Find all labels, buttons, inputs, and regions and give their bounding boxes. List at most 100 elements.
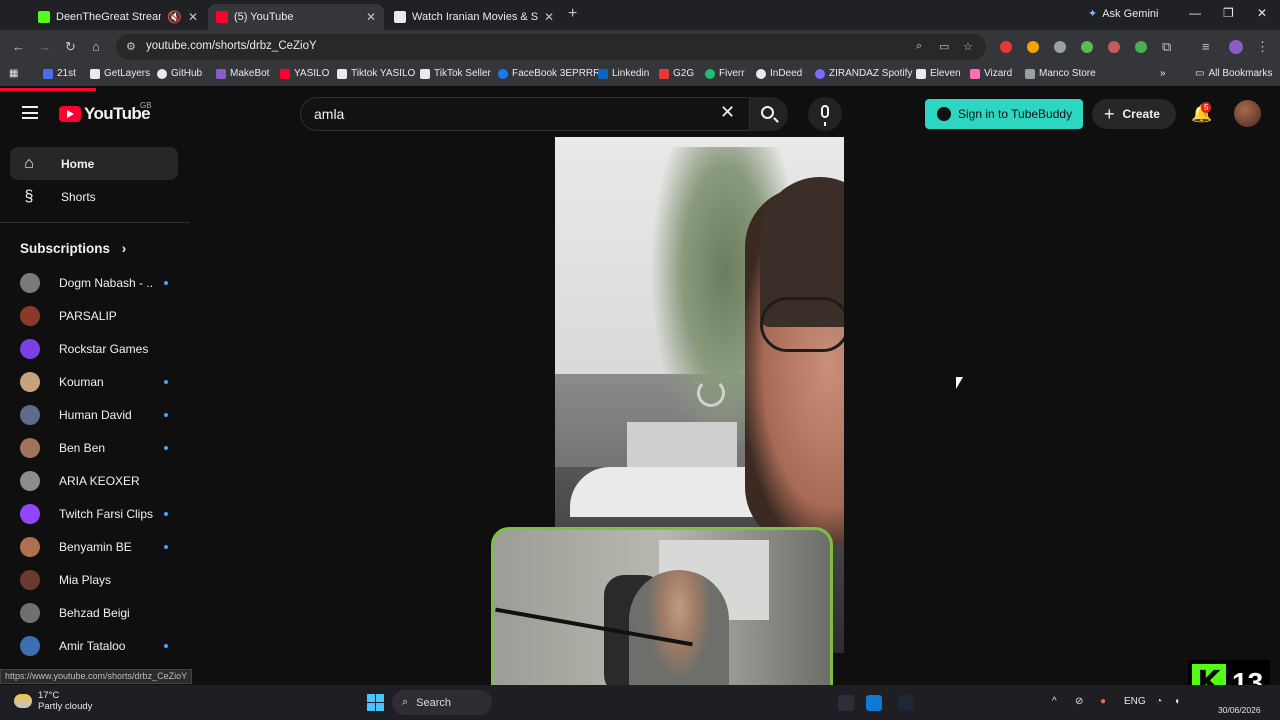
bookmark-getlayers[interactable]: GetLayers bbox=[90, 68, 150, 79]
extension-icon[interactable] bbox=[1000, 41, 1012, 53]
create-label: Create bbox=[1122, 107, 1160, 121]
address-bar[interactable]: ⚙ youtube.com/shorts/drbz_CeZioY ⌕ ▭ ☆ bbox=[116, 34, 986, 60]
bookmark-zirandaz-spotify[interactable]: ZIRANDAZ Spotify bbox=[815, 68, 912, 79]
subscription-item[interactable]: Behzad Beigi bbox=[20, 596, 170, 629]
subscription-item[interactable]: Dogm Nabash - ... bbox=[20, 266, 170, 299]
subscription-item[interactable]: Rockstar Games bbox=[20, 332, 170, 365]
ask-gemini-button[interactable]: ✦ Ask Gemini bbox=[1088, 7, 1158, 21]
subscription-item[interactable]: PARSALIP bbox=[20, 299, 170, 332]
home-browser-icon[interactable]: ⌂ bbox=[92, 39, 100, 54]
bookmark-eleven[interactable]: Eleven bbox=[916, 68, 961, 79]
sidebar-item-label: Shorts bbox=[61, 189, 96, 204]
taskbar-search[interactable]: ⌕ Search bbox=[392, 690, 492, 715]
extension-icon[interactable] bbox=[1081, 41, 1093, 53]
tab-close-icon[interactable]: ✕ bbox=[188, 10, 198, 24]
vscode-icon[interactable] bbox=[866, 695, 882, 711]
account-avatar[interactable] bbox=[1234, 100, 1261, 127]
bookmark-yasilo[interactable]: YASILO bbox=[280, 68, 329, 79]
bookmark-tiktok-yasilo[interactable]: Tiktok YASILO bbox=[337, 68, 415, 79]
search-input[interactable] bbox=[314, 106, 694, 122]
zoom-icon[interactable]: ⌕ bbox=[916, 40, 922, 53]
media-controls-icon[interactable]: ≡ bbox=[1202, 39, 1210, 54]
extension-icon[interactable] bbox=[1027, 41, 1039, 53]
all-bookmarks-folder[interactable]: ▭ All Bookmarks bbox=[1195, 68, 1272, 79]
bookmark-manco-store[interactable]: Manco Store bbox=[1025, 68, 1096, 79]
search-button[interactable] bbox=[750, 97, 788, 131]
bookmark-tiktok-seller[interactable]: TikTok Seller bbox=[420, 68, 491, 79]
close-window-icon[interactable]: ✕ bbox=[1257, 6, 1267, 20]
site-info-icon[interactable]: ⚙ bbox=[126, 40, 136, 53]
video-frame-glasses bbox=[760, 297, 844, 352]
bookmark-linkedin[interactable]: Linkedin bbox=[598, 68, 649, 79]
voice-search-button[interactable] bbox=[808, 97, 842, 131]
profile-icon[interactable] bbox=[1229, 40, 1243, 54]
subscription-item[interactable]: Twitch Farsi Clips bbox=[20, 497, 170, 530]
taskbar-date[interactable]: 30/06/2026 bbox=[1218, 705, 1261, 715]
bookmark-icon bbox=[43, 68, 53, 79]
restore-icon[interactable]: ❐ bbox=[1223, 6, 1234, 20]
subscription-item[interactable]: Ben Ben bbox=[20, 431, 170, 464]
weather-widget[interactable]: 17°C Partly cloudy bbox=[14, 690, 92, 712]
subscription-item[interactable]: ARIA KEOXER bbox=[20, 464, 170, 497]
taskbar-app-icon[interactable] bbox=[838, 695, 854, 711]
tab-close-icon[interactable]: ✕ bbox=[366, 10, 376, 24]
windows-start-icon[interactable] bbox=[367, 694, 384, 711]
bookmark-makebot[interactable]: MakeBot bbox=[216, 68, 269, 79]
back-icon[interactable]: ← bbox=[12, 39, 25, 54]
menu-hamburger-icon[interactable] bbox=[22, 106, 38, 119]
bookmark-indeed[interactable]: InDeed bbox=[756, 68, 802, 79]
more-bookmarks-icon[interactable]: » bbox=[1160, 68, 1166, 79]
extension-icon[interactable] bbox=[1135, 41, 1147, 53]
bookmark-label: Eleven bbox=[930, 68, 961, 79]
loading-spinner-icon bbox=[697, 379, 725, 407]
tray-overflow-icon[interactable]: ^ bbox=[1052, 696, 1057, 707]
reload-icon[interactable]: ↻ bbox=[65, 39, 76, 55]
network-off-icon[interactable]: ⊘ bbox=[1075, 696, 1083, 707]
bookmark-vizard[interactable]: Vizard bbox=[970, 68, 1012, 79]
youtube-logo[interactable]: YouTube GB bbox=[59, 101, 152, 124]
speaker-muted-icon[interactable]: 🔇 bbox=[167, 10, 182, 24]
extensions-puzzle-icon[interactable]: ⧉ bbox=[1162, 39, 1171, 55]
youtube-sidebar: ⌂ Home § Shorts Subscriptions › Dogm Nab… bbox=[0, 137, 190, 685]
tab-iranian-movies[interactable]: Watch Iranian Movies & Serials ✕ bbox=[386, 4, 562, 30]
address-url[interactable]: youtube.com/shorts/drbz_CeZioY bbox=[146, 40, 317, 52]
tab-youtube[interactable]: (5) YouTube ✕ bbox=[208, 4, 384, 30]
language-indicator[interactable]: ENG bbox=[1124, 696, 1146, 707]
browser-menu-icon[interactable]: ⋮ bbox=[1256, 39, 1269, 55]
bookmark-21st[interactable]: 21st bbox=[43, 68, 76, 79]
steam-icon[interactable] bbox=[898, 695, 914, 711]
new-content-dot-icon bbox=[164, 643, 168, 648]
tubebuddy-signin-button[interactable]: Sign in to TubeBuddy bbox=[925, 99, 1083, 129]
subscriptions-heading[interactable]: Subscriptions › bbox=[20, 241, 126, 256]
bookmark-fiverr[interactable]: Fiverr bbox=[705, 68, 745, 79]
subscription-item[interactable]: Kouman bbox=[20, 365, 170, 398]
wifi-icon[interactable]: ◔ bbox=[1156, 696, 1162, 707]
bookmark-facebook[interactable]: FaceBook 3EPRRR bbox=[498, 68, 600, 79]
subscription-item[interactable]: Amir Tataloo bbox=[20, 629, 170, 662]
bookmark-g2g[interactable]: G2G bbox=[659, 68, 694, 79]
clear-search-icon[interactable]: ✕ bbox=[720, 103, 735, 121]
cast-icon[interactable]: ▭ bbox=[939, 40, 949, 53]
microphone-in-use-icon[interactable]: ● bbox=[1100, 696, 1106, 707]
sidebar-item-shorts[interactable]: § Shorts bbox=[10, 180, 178, 213]
extension-icon[interactable] bbox=[1108, 41, 1120, 53]
tab-close-icon[interactable]: ✕ bbox=[544, 10, 554, 24]
volume-icon[interactable]: ◖ bbox=[1174, 696, 1180, 707]
new-tab-icon[interactable]: + bbox=[568, 5, 577, 23]
bookmark-label: Manco Store bbox=[1039, 68, 1096, 79]
bookmark-star-icon[interactable]: ☆ bbox=[963, 40, 973, 53]
create-button[interactable]: + Create bbox=[1092, 99, 1176, 129]
subscription-item[interactable]: Mia Plays bbox=[20, 563, 170, 596]
bookmark-github[interactable]: GitHub bbox=[157, 68, 202, 79]
subscription-item[interactable]: Human David bbox=[20, 398, 170, 431]
shield-extension-icon[interactable] bbox=[1054, 41, 1066, 53]
tab-title: Watch Iranian Movies & Serials bbox=[412, 11, 538, 23]
minimize-icon[interactable]: — bbox=[1189, 6, 1201, 20]
apps-grid-icon[interactable]: ▦ bbox=[9, 68, 18, 79]
channel-name: Amir Tataloo bbox=[59, 638, 126, 653]
sidebar-item-home[interactable]: ⌂ Home bbox=[10, 147, 178, 180]
forward-icon[interactable]: → bbox=[38, 39, 51, 54]
search-box bbox=[300, 97, 750, 131]
subscription-item[interactable]: Benyamin BE bbox=[20, 530, 170, 563]
tab-kick-stream[interactable]: DeenTheGreat Stream - Wa 🔇 ✕ bbox=[30, 4, 206, 30]
